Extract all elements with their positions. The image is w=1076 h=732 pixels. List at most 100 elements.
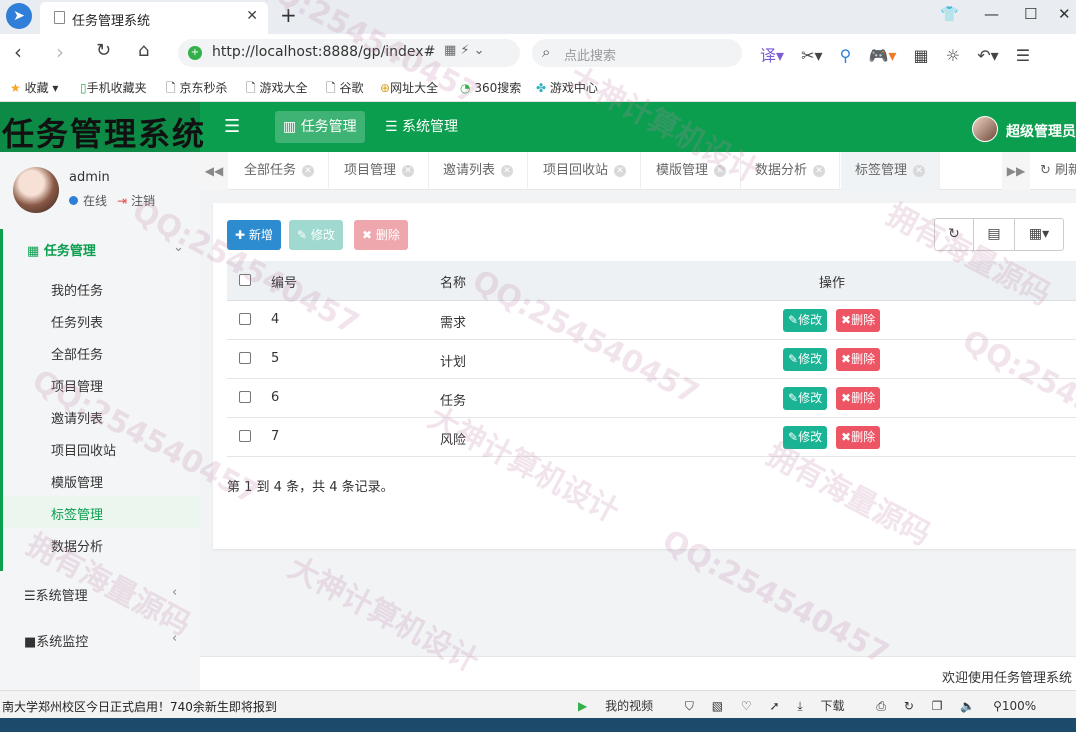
bookmark-item[interactable]: ⊕网址大全: [380, 79, 438, 96]
window-icon[interactable]: ❐: [932, 699, 943, 713]
hamburger-icon[interactable]: ☰: [224, 116, 240, 137]
back-icon[interactable]: ‹: [14, 40, 22, 64]
apps-icon[interactable]: ▦: [914, 46, 929, 65]
tab-projects[interactable]: 项目管理 ✕: [330, 152, 430, 190]
sound-icon[interactable]: 🔈: [960, 699, 975, 713]
sidebar-item-task-list[interactable]: 任务列表: [51, 312, 103, 331]
bookmark-item[interactable]: 🗋 京东秒杀: [166, 79, 228, 100]
delete-button[interactable]: ✖ 删除: [354, 220, 408, 250]
column-header-id[interactable]: 编号: [271, 272, 297, 291]
download-link[interactable]: ⤓ 下载: [797, 697, 858, 714]
new-tab-icon[interactable]: +: [280, 3, 297, 27]
browser-search-box[interactable]: ⌕ 点此搜索: [532, 39, 742, 67]
minimize-icon[interactable]: —: [984, 5, 999, 23]
close-icon[interactable]: ✕: [614, 165, 627, 177]
bookmark-item[interactable]: 🗋 游戏大全: [246, 79, 308, 100]
row-edit-button[interactable]: ✎修改: [783, 348, 828, 371]
sidebar-item-my-tasks[interactable]: 我的任务: [51, 280, 103, 299]
select-all-checkbox[interactable]: [239, 274, 251, 286]
sidebar-item-tags[interactable]: 标签管理: [51, 504, 103, 523]
browser-logo-icon[interactable]: ➤: [6, 3, 32, 29]
logout-icon[interactable]: ⇥: [117, 194, 127, 208]
browser-tab[interactable]: 任务管理系统 ✕: [40, 2, 268, 34]
add-button[interactable]: ✚ 新增: [227, 220, 281, 250]
admin-name[interactable]: 超级管理员: [1006, 121, 1076, 141]
reload-icon[interactable]: ↻: [96, 40, 111, 61]
close-icon[interactable]: ✕: [714, 165, 727, 177]
chevron-down-icon[interactable]: ⌄: [173, 240, 184, 255]
tabs-scroll-left-icon[interactable]: ◀◀: [200, 152, 228, 190]
row-delete-button[interactable]: ✖删除: [836, 348, 881, 371]
refresh-button[interactable]: ↻ 刷新: [1040, 152, 1076, 190]
sidebar-item-projects[interactable]: 项目管理: [51, 376, 103, 395]
tab-recycle[interactable]: 项目回收站 ✕: [529, 152, 642, 190]
bookmark-item[interactable]: ✤ 游戏中心: [536, 79, 598, 96]
magnifier-icon[interactable]: ⚲: [840, 46, 852, 65]
tab-invites[interactable]: 邀请列表 ✕: [429, 152, 529, 190]
shield-icon[interactable]: ⛉: [685, 699, 694, 714]
image-icon[interactable]: ▧: [712, 699, 723, 713]
news-ticker[interactable]: 南大学郑州校区今日正式启用！740余新生即将报到: [2, 698, 277, 715]
row-delete-button[interactable]: ✖删除: [836, 309, 881, 332]
heart-icon[interactable]: ♡: [741, 699, 752, 713]
row-delete-button[interactable]: ✖删除: [836, 387, 881, 410]
tab-templates[interactable]: 模版管理 ✕: [642, 152, 742, 190]
chevron-left-icon[interactable]: ‹: [172, 631, 177, 646]
row-checkbox[interactable]: [239, 391, 251, 403]
sidebar-item-invites[interactable]: 邀请列表: [51, 408, 103, 427]
address-bar[interactable]: + http://localhost:8888/gp/index# ▦ ⚡ ⌄: [178, 39, 520, 67]
undo-icon[interactable]: ↶▾: [977, 46, 998, 65]
row-checkbox[interactable]: [239, 430, 251, 442]
sidebar-item-recycle[interactable]: 项目回收站: [51, 440, 116, 459]
close-icon[interactable]: ✕: [813, 165, 826, 177]
row-checkbox[interactable]: [239, 352, 251, 364]
bookmark-item[interactable]: ◔ 360搜索: [460, 79, 521, 96]
top-menu-task[interactable]: ▥ 任务管理: [275, 111, 365, 143]
refresh-icon[interactable]: ↻: [935, 219, 973, 250]
print-icon[interactable]: ⎙: [876, 699, 886, 714]
avatar[interactable]: [972, 116, 998, 142]
close-icon[interactable]: ✕: [402, 165, 415, 177]
toggle-view-icon[interactable]: ▤: [974, 219, 1014, 250]
sync-icon[interactable]: ↻: [904, 699, 914, 713]
url-tools-icon[interactable]: ▦ ⚡ ⌄: [444, 43, 485, 58]
close-window-icon[interactable]: ✕: [1058, 5, 1071, 23]
shirt-icon[interactable]: 👕: [940, 5, 959, 23]
translate-icon[interactable]: 译▾: [760, 42, 784, 66]
close-icon[interactable]: ✕: [302, 165, 315, 177]
gamepad-icon[interactable]: 🎮▾: [868, 46, 896, 65]
row-edit-button[interactable]: ✎修改: [783, 309, 828, 332]
tab-all-tasks[interactable]: 全部任务 ✕: [230, 152, 330, 190]
menu-icon[interactable]: ☰: [1016, 46, 1030, 65]
row-edit-button[interactable]: ✎修改: [783, 426, 828, 449]
brightness-icon[interactable]: ☼: [946, 46, 960, 65]
columns-icon[interactable]: ▦▾: [1015, 219, 1063, 250]
rocket-icon[interactable]: ➚: [770, 699, 780, 713]
sidebar-item-templates[interactable]: 模版管理: [51, 472, 103, 491]
zoom-control[interactable]: ⚲100%: [993, 699, 1050, 713]
sidebar-item-analytics[interactable]: 数据分析: [51, 536, 103, 555]
row-checkbox[interactable]: [239, 313, 251, 325]
scissors-icon[interactable]: ✂▾: [801, 46, 822, 65]
sidebar-group-system[interactable]: ☰系统管理: [24, 585, 88, 604]
edit-button[interactable]: ✎ 修改: [289, 220, 343, 250]
sidebar-group-monitor[interactable]: ■系统监控: [24, 631, 88, 650]
close-icon[interactable]: ✕: [501, 165, 514, 177]
logout-link[interactable]: 注销: [131, 194, 155, 208]
home-icon[interactable]: ⌂: [138, 40, 149, 61]
row-delete-button[interactable]: ✖删除: [836, 426, 881, 449]
row-edit-button[interactable]: ✎修改: [783, 387, 828, 410]
top-menu-system[interactable]: ☰ 系统管理: [385, 111, 458, 143]
bookmark-item[interactable]: 🗋 谷歌: [326, 79, 364, 100]
close-tab-icon[interactable]: ✕: [246, 8, 258, 24]
bookmark-favorites[interactable]: ★ 收藏 ▾: [10, 79, 58, 96]
close-icon[interactable]: ✕: [913, 165, 926, 177]
tabs-scroll-right-icon[interactable]: ▶▶: [1002, 152, 1030, 190]
column-header-name[interactable]: 名称: [440, 272, 466, 291]
my-video-link[interactable]: ▶ 我的视频: [578, 697, 667, 714]
maximize-icon[interactable]: ☐: [1024, 5, 1037, 23]
tab-analytics[interactable]: 数据分析 ✕: [741, 152, 841, 190]
bookmark-item[interactable]: ▯手机收藏夹: [80, 79, 147, 96]
chevron-left-icon[interactable]: ‹: [172, 585, 177, 600]
forward-icon[interactable]: ›: [56, 40, 64, 64]
